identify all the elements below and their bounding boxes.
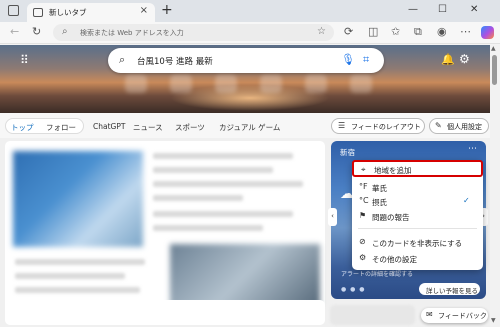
location-plus-icon: ⌖ xyxy=(361,165,366,174)
new-tab-button[interactable]: + xyxy=(161,2,173,18)
news-feed-card[interactable] xyxy=(330,305,415,325)
menu-item-label: 摂氏 xyxy=(372,198,387,207)
news-text-line xyxy=(153,225,263,231)
scrollbar-thumb[interactable] xyxy=(492,55,497,85)
weather-context-menu: ⌖ 地域を追加 °F 華氏 °C 摂氏 ✓ ⚑ 問題の報告 ⊘ このカードを非表… xyxy=(352,160,483,270)
menu-divider xyxy=(358,228,477,229)
news-text-line xyxy=(153,153,293,159)
scroll-down-icon[interactable]: ▼ xyxy=(491,317,496,324)
menu-item-add-location[interactable]: ⌖ 地域を追加 xyxy=(352,160,483,177)
browser-window: 新しいタブ × + — ☐ ✕ ← ↻ ⌕ 検索または Web アドレスを入力 … xyxy=(0,0,500,327)
news-text-line xyxy=(153,167,273,173)
news-feed-card[interactable] xyxy=(5,141,325,311)
quick-link-tile[interactable] xyxy=(260,75,282,93)
tab-title: 新しいタブ xyxy=(49,8,87,17)
carousel-dots[interactable]: ● ● ● xyxy=(341,286,366,293)
forecast-button[interactable]: 詳しい予報を見る xyxy=(419,283,480,295)
apps-grid-icon[interactable]: ⠿ xyxy=(20,53,29,67)
minimize-icon[interactable]: — xyxy=(408,4,418,15)
collections-icon[interactable]: ⧉ xyxy=(414,25,422,39)
eye-off-icon: ⊘ xyxy=(359,237,366,246)
bell-icon[interactable]: 🔔 xyxy=(441,53,455,66)
weather-location[interactable]: 新宿 xyxy=(340,147,355,158)
feed-layout-label: フィードのレイアウト xyxy=(351,123,421,131)
news-image[interactable] xyxy=(170,244,320,306)
news-image[interactable] xyxy=(13,151,143,247)
carousel-prev-button[interactable]: ‹ xyxy=(328,208,337,226)
news-text-line xyxy=(153,181,303,187)
celsius-icon: °C xyxy=(359,196,369,205)
close-window-icon[interactable]: ✕ xyxy=(470,4,478,15)
close-tab-icon[interactable]: × xyxy=(140,5,148,16)
scrollbar[interactable]: ▲ ▼ xyxy=(490,45,500,327)
tab-actions-icon[interactable] xyxy=(8,5,19,16)
sliders-icon: ☰ xyxy=(338,121,346,130)
menu-item-label: 地域を追加 xyxy=(374,166,412,175)
tab-follow[interactable]: フォロー xyxy=(46,122,76,133)
news-text-line xyxy=(15,259,145,265)
menu-item-other-settings[interactable]: ⚙ その他の設定 xyxy=(352,250,483,267)
quick-link-tile[interactable] xyxy=(170,75,192,93)
tab-chatgpt[interactable]: ChatGPT xyxy=(93,122,125,131)
menu-item-label: その他の設定 xyxy=(372,255,417,264)
news-text-line xyxy=(153,195,243,201)
tab-sports[interactable]: スポーツ xyxy=(175,122,205,133)
scroll-up-icon[interactable]: ▲ xyxy=(491,45,496,52)
title-bar: 新しいタブ × + — ☐ ✕ xyxy=(0,0,500,22)
address-placeholder: 検索または Web アドレスを入力 xyxy=(80,29,184,37)
search-input[interactable]: 台風10号 進路 最新 xyxy=(137,55,213,67)
newtab-icon xyxy=(33,8,43,17)
search-icon: ⌕ xyxy=(62,26,68,37)
profile-icon[interactable]: ◉ xyxy=(437,25,447,38)
quick-link-tile[interactable] xyxy=(215,75,237,93)
tab-new[interactable]: 新しいタブ × xyxy=(27,3,155,22)
hero-background: ⠿ ⌕ 台風10号 進路 最新 🎙 ⌗ 🔔 ⚙ xyxy=(0,45,490,113)
microphone-icon[interactable]: 🎙 xyxy=(341,53,355,66)
feed-layout-button[interactable]: ☰ フィードのレイアウト xyxy=(331,118,425,134)
favorite-star-icon[interactable]: ☆ xyxy=(317,26,326,37)
more-menu-icon[interactable]: ⋯ xyxy=(460,25,471,38)
menu-item-report-issue[interactable]: ⚑ 問題の報告 xyxy=(352,208,483,225)
address-bar[interactable]: ⌕ 検索または Web アドレスを入力 ☆ xyxy=(53,24,334,41)
quick-link-tile[interactable] xyxy=(305,75,327,93)
feedback-icon: ✉ xyxy=(426,310,433,319)
feedback-button[interactable]: ✉ フィードバック xyxy=(421,308,488,323)
web-search-box[interactable]: ⌕ 台風10号 進路 最新 🎙 ⌗ xyxy=(108,48,384,73)
feedback-label: フィードバック xyxy=(438,312,487,320)
tab-news[interactable]: ニュース xyxy=(133,122,163,133)
maximize-icon[interactable]: ☐ xyxy=(438,4,447,15)
personalize-button[interactable]: ✎ 個人用設定 xyxy=(429,118,489,134)
gear-icon: ⚙ xyxy=(359,253,367,262)
edit-icon: ✎ xyxy=(435,121,442,130)
tab-casual-games[interactable]: カジュアル ゲーム xyxy=(219,122,280,133)
menu-item-label: 問題の報告 xyxy=(372,213,410,222)
news-text-line xyxy=(15,287,140,293)
news-text-line xyxy=(153,211,293,217)
quick-link-tile[interactable] xyxy=(125,75,147,93)
copilot-icon[interactable] xyxy=(481,26,494,39)
quick-link-tile[interactable] xyxy=(350,75,372,93)
visual-search-icon[interactable]: ⌗ xyxy=(363,53,369,67)
personalize-label: 個人用設定 xyxy=(447,123,482,131)
more-options-icon[interactable]: ⋯ xyxy=(468,144,477,154)
tab-top[interactable]: トップ xyxy=(11,122,34,133)
search-icon: ⌕ xyxy=(119,53,126,66)
gear-icon[interactable]: ⚙ xyxy=(459,52,470,66)
fahrenheit-icon: °F xyxy=(359,182,368,191)
news-feed-card[interactable] xyxy=(5,300,325,325)
split-screen-icon[interactable]: ◫ xyxy=(368,25,378,38)
refresh-icon[interactable]: ↻ xyxy=(32,25,41,38)
check-icon: ✓ xyxy=(463,196,470,205)
news-text-line xyxy=(15,273,125,279)
favorites-icon[interactable]: ✩ xyxy=(391,25,400,38)
flag-icon: ⚑ xyxy=(359,211,367,220)
menu-item-label: このカードを非表示にする xyxy=(372,239,463,248)
menu-item-hide-card[interactable]: ⊘ このカードを非表示にする xyxy=(352,234,483,251)
weather-alert-link[interactable]: アラートの詳細を確認する xyxy=(341,269,413,278)
feed-nav-bar: トップ フォロー ChatGPT ニュース スポーツ カジュアル ゲーム ☰ フ… xyxy=(0,113,490,138)
refresh-sync-icon[interactable]: ⟳ xyxy=(344,25,353,38)
forecast-label: 詳しい予報を見る xyxy=(426,287,478,295)
back-icon[interactable]: ← xyxy=(10,25,19,38)
toolbar: ← ↻ ⌕ 検索または Web アドレスを入力 ☆ ⟳ ◫ ✩ ⧉ ◉ ⋯ xyxy=(0,22,500,44)
